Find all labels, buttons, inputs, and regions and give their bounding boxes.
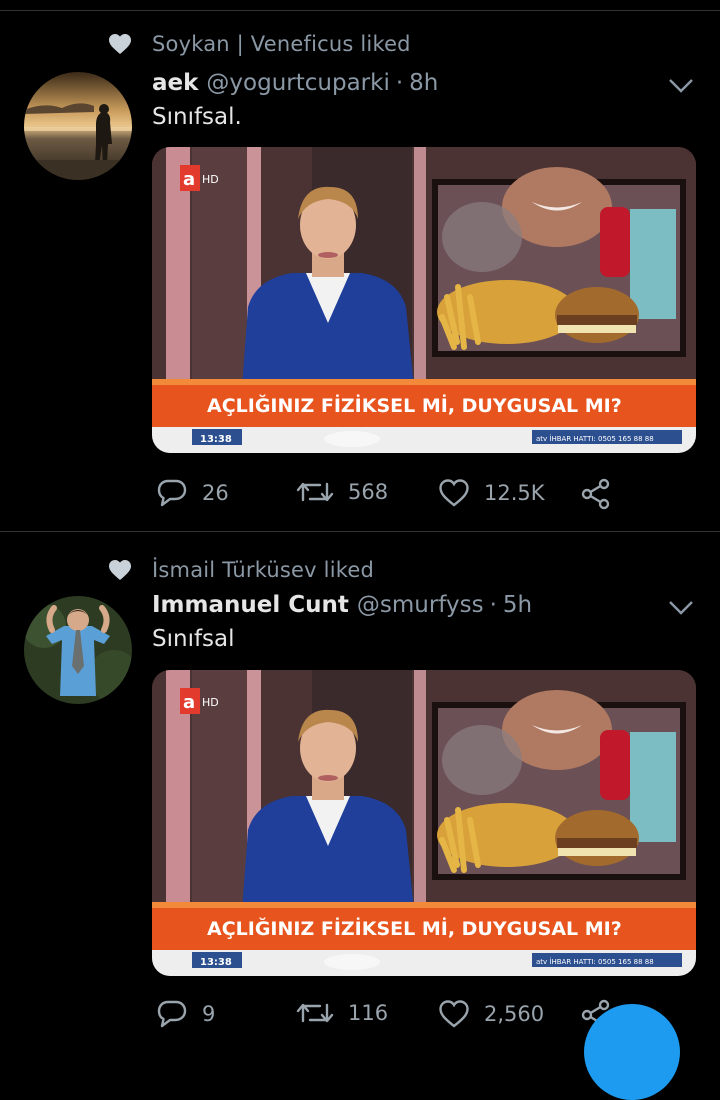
- separator-dot: ·: [489, 592, 497, 618]
- avatar[interactable]: [24, 596, 132, 704]
- author-handle[interactable]: @smurfyss: [357, 592, 484, 618]
- author-name[interactable]: aek: [152, 70, 198, 96]
- reply-count: 9: [202, 1002, 216, 1026]
- channel-logo: a: [183, 169, 195, 190]
- news-banner-text: AÇLIĞINIZ FİZİKSEL Mİ, DUYGUSAL MI?: [207, 393, 622, 417]
- tweet-text: Sınıfsal: [152, 626, 235, 652]
- separator-dot: ·: [395, 70, 404, 96]
- compose-button[interactable]: [584, 1004, 680, 1100]
- action-bar: 26 568 12.5K: [152, 478, 672, 518]
- news-hotline: atv İHBAR HATTI: 0505 165 88 88: [536, 434, 654, 443]
- avatar-image: [24, 596, 132, 704]
- heart-outline-icon: [439, 479, 469, 507]
- like-button[interactable]: 12.5K: [438, 478, 545, 508]
- news-screenshot: a HD AÇLIĞINIZ FİZİKSEL Mİ, DUYGUSAL MI?…: [152, 670, 696, 976]
- chevron-down-icon[interactable]: [668, 600, 694, 616]
- reply-icon: [157, 479, 187, 507]
- social-context: Soykan | Veneficus liked: [108, 28, 411, 60]
- reply-icon: [157, 1000, 187, 1028]
- liked-by-text[interactable]: Soykan | Veneficus liked: [152, 32, 411, 56]
- author-handle[interactable]: @yogurtcuparki: [206, 70, 389, 96]
- retweet-icon: [296, 482, 334, 502]
- tweet[interactable]: İsmail Türküsev liked Immanuel Cunt @smu…: [0, 540, 720, 1033]
- tweet-header: Immanuel Cunt @smurfyss · 5h: [152, 592, 532, 618]
- tweet-header: aek @yogurtcuparki · 8h: [152, 70, 438, 96]
- news-clock: 13:38: [200, 957, 232, 968]
- heart-icon: [109, 34, 131, 54]
- news-hotline: atv İHBAR HATTI: 0505 165 88 88: [536, 957, 654, 966]
- like-count: 12.5K: [484, 481, 545, 505]
- timestamp[interactable]: 5h: [503, 592, 532, 618]
- top-divider: [0, 10, 720, 11]
- retweet-icon: [296, 1003, 334, 1023]
- timestamp[interactable]: 8h: [409, 70, 438, 96]
- retweet-count: 116: [348, 1001, 389, 1025]
- tweet-text: Sınıfsal.: [152, 104, 242, 130]
- tweet-media[interactable]: a HD AÇLIĞINIZ FİZİKSEL Mİ, DUYGUSAL MI?…: [152, 670, 696, 976]
- social-context: İsmail Türküsev liked: [108, 554, 374, 586]
- tweet-media[interactable]: a HD AÇLIĞINIZ FİZİKSEL Mİ, DUYGUSAL MI?…: [152, 147, 696, 453]
- heart-icon: [109, 560, 131, 580]
- channel-hd-label: HD: [202, 696, 219, 709]
- channel-logo: a: [183, 692, 195, 713]
- author-name[interactable]: Immanuel Cunt: [152, 592, 349, 618]
- retweet-button[interactable]: 116: [296, 999, 388, 1027]
- news-screenshot: a HD AÇLIĞINIZ FİZİKSEL Mİ, DUYGUSAL MI?…: [152, 147, 696, 453]
- reply-count: 26: [202, 481, 229, 505]
- news-banner-text: AÇLIĞINIZ FİZİKSEL Mİ, DUYGUSAL MI?: [207, 916, 622, 940]
- retweet-count: 568: [348, 480, 389, 504]
- share-icon: [581, 478, 610, 510]
- tweet[interactable]: Soykan | Veneficus liked aek @yogurtcupa…: [0, 14, 720, 531]
- liked-by-text[interactable]: İsmail Türküsev liked: [152, 558, 374, 582]
- channel-hd-label: HD: [202, 173, 219, 186]
- avatar[interactable]: [24, 72, 132, 180]
- like-count: 2,560: [484, 1002, 545, 1026]
- reply-button[interactable]: 26: [156, 478, 229, 508]
- avatar-image: [24, 72, 132, 180]
- news-clock: 13:38: [200, 434, 232, 445]
- like-button[interactable]: 2,560: [438, 999, 544, 1029]
- chevron-down-icon[interactable]: [668, 78, 694, 94]
- reply-button[interactable]: 9: [156, 999, 215, 1029]
- heart-outline-icon: [439, 1000, 469, 1028]
- retweet-button[interactable]: 568: [296, 478, 388, 506]
- share-button[interactable]: [580, 478, 626, 510]
